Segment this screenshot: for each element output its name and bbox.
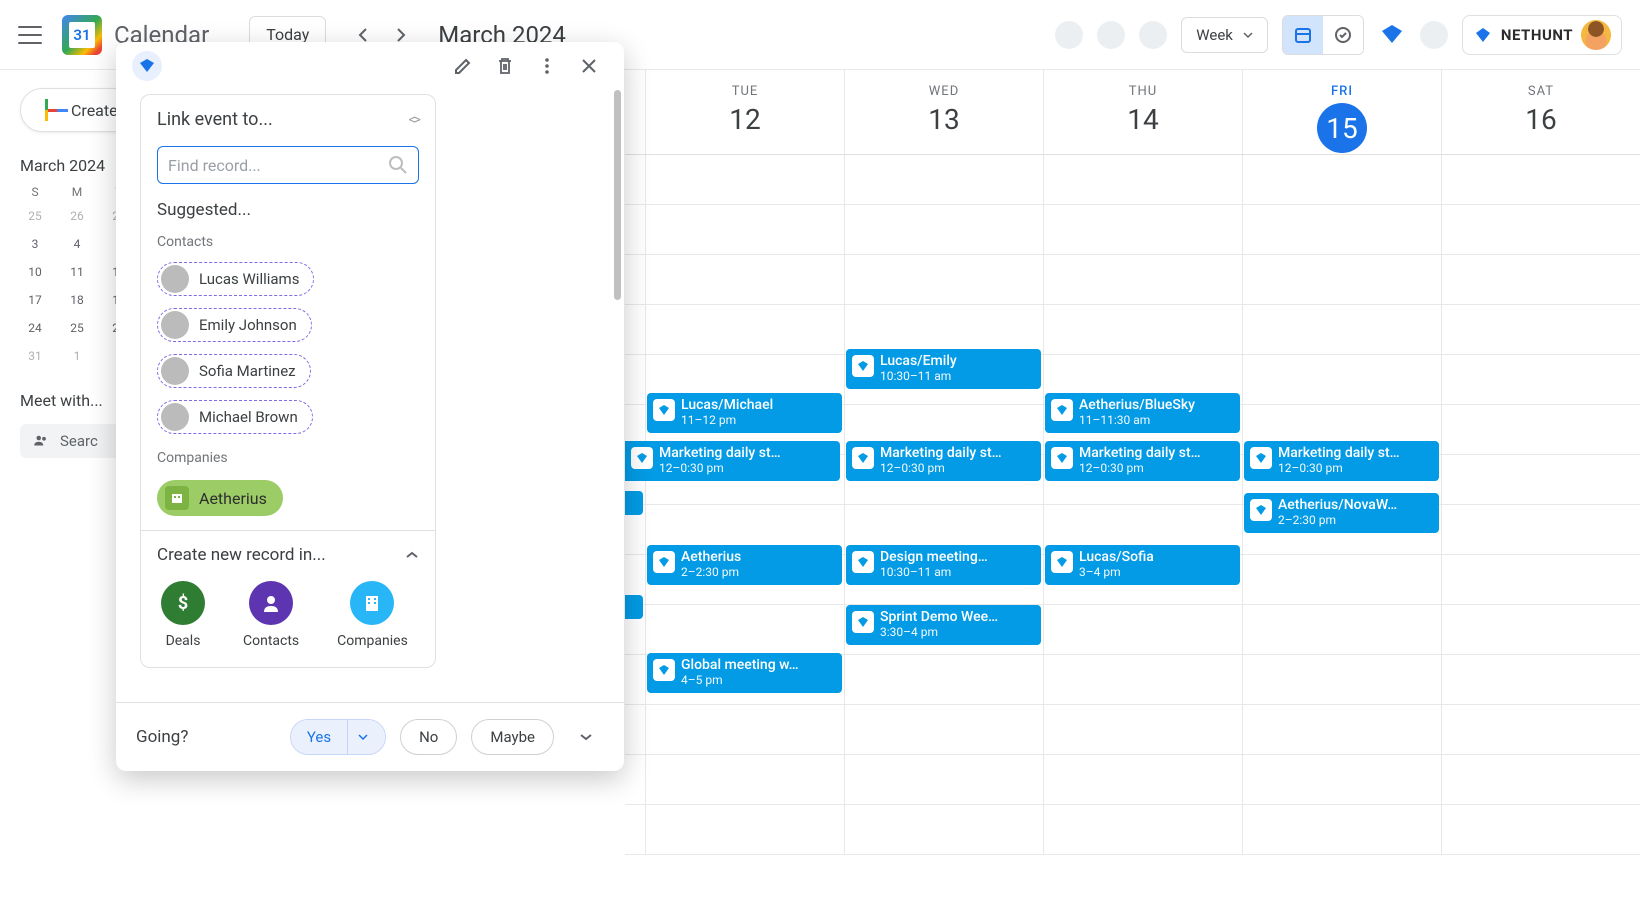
search-people-input[interactable]: Searc bbox=[20, 424, 120, 458]
contacts-section-label: Contacts bbox=[141, 224, 435, 256]
contact-chip[interactable]: Emily Johnson bbox=[157, 308, 312, 342]
create-record-label: Create new record in... bbox=[157, 545, 326, 565]
header-action-2[interactable] bbox=[1097, 21, 1125, 49]
calendar-event[interactable]: Design meeting…10:30–11 am bbox=[846, 545, 1041, 585]
header-action-4[interactable] bbox=[1420, 21, 1448, 49]
day-header[interactable]: THU14 bbox=[1043, 70, 1242, 154]
search-icon bbox=[388, 155, 408, 175]
code-icon[interactable]: <> bbox=[409, 112, 419, 128]
calendar-event[interactable]: Marketing daily st…12–0:30 pm bbox=[1244, 441, 1439, 481]
calendar-event[interactable]: Lucas/Emily10:30–11 am bbox=[846, 349, 1041, 389]
calendar-logo: 31 bbox=[62, 15, 102, 55]
link-event-panel: Link event to... <> Suggested... Contact… bbox=[140, 94, 436, 668]
header-action-1[interactable] bbox=[1055, 21, 1083, 49]
calendar-event[interactable]: Aetherius/NovaW…2–2:30 pm bbox=[1244, 493, 1439, 533]
contact-chip[interactable]: Sofia Martinez bbox=[157, 354, 311, 388]
svg-text:$: $ bbox=[178, 593, 188, 614]
chevron-up-icon[interactable] bbox=[405, 551, 419, 559]
calendar-event[interactable]: Marketing daily st…12–0:30 pm bbox=[625, 441, 840, 481]
calendar-view-button[interactable] bbox=[1283, 16, 1323, 54]
rsvp-more-button[interactable] bbox=[568, 719, 604, 755]
calendar-event[interactable]: Marketing daily st…12–0:30 pm bbox=[1045, 441, 1240, 481]
rsvp-yes-dropdown[interactable] bbox=[347, 720, 385, 754]
calendar-event[interactable]: Lucas/Sofia3–4 pm bbox=[1045, 545, 1240, 585]
day-header[interactable]: TUE12 bbox=[645, 70, 844, 154]
popover-scrollbar[interactable] bbox=[614, 90, 622, 785]
company-chip[interactable]: Aetherius bbox=[157, 480, 283, 516]
event-detail-popover: Link event to... <> Suggested... Contact… bbox=[116, 42, 624, 771]
nethunt-popover-icon[interactable] bbox=[132, 51, 162, 81]
header-action-3[interactable] bbox=[1139, 21, 1167, 49]
create-contacts-button[interactable]: Contacts bbox=[243, 581, 299, 649]
calendar-event-partial[interactable] bbox=[625, 491, 643, 515]
edit-event-button[interactable] bbox=[444, 47, 482, 85]
view-toggle bbox=[1282, 15, 1364, 55]
calendar-event[interactable]: Aetherius2–2:30 pm bbox=[647, 545, 842, 585]
suggested-label: Suggested... bbox=[141, 196, 435, 224]
calendar-event[interactable]: Aetherius/BlueSky11–11:30 am bbox=[1045, 393, 1240, 433]
calendar-event[interactable]: Marketing daily st…12–0:30 pm bbox=[846, 441, 1041, 481]
time-gutter-header bbox=[625, 70, 645, 154]
hamburger-menu-icon[interactable] bbox=[18, 23, 42, 47]
link-panel-title: Link event to... bbox=[157, 109, 273, 130]
rsvp-yes-button[interactable]: Yes bbox=[291, 720, 347, 754]
contact-chip[interactable]: Lucas Williams bbox=[157, 262, 314, 296]
delete-event-button[interactable] bbox=[486, 47, 524, 85]
view-selector[interactable]: Week bbox=[1181, 17, 1268, 53]
create-deals-button[interactable]: $Deals bbox=[161, 581, 205, 649]
companies-section-label: Companies bbox=[141, 440, 435, 472]
calendar-event-partial[interactable] bbox=[625, 595, 643, 619]
nethunt-logo-icon bbox=[1473, 25, 1493, 45]
day-header[interactable]: FRI15 bbox=[1242, 70, 1441, 154]
create-companies-button[interactable]: Companies bbox=[337, 581, 408, 649]
rsvp-no-button[interactable]: No bbox=[400, 719, 457, 755]
rsvp-maybe-button[interactable]: Maybe bbox=[471, 719, 554, 755]
more-options-button[interactable] bbox=[528, 47, 566, 85]
day-header[interactable]: WED13 bbox=[844, 70, 1043, 154]
people-icon bbox=[32, 432, 50, 450]
close-popover-button[interactable] bbox=[570, 47, 608, 85]
plus-icon bbox=[35, 99, 57, 121]
calendar-event[interactable]: Lucas/Michael11–12 pm bbox=[647, 393, 842, 433]
nethunt-badge[interactable]: NETHUNT bbox=[1462, 15, 1622, 55]
find-record-input[interactable] bbox=[157, 146, 419, 184]
calendar-event[interactable]: Global meeting w…4–5 pm bbox=[647, 653, 842, 693]
day-header[interactable]: SAT16 bbox=[1441, 70, 1640, 154]
tasks-view-button[interactable] bbox=[1323, 16, 1363, 54]
contact-chip[interactable]: Michael Brown bbox=[157, 400, 313, 434]
user-avatar[interactable] bbox=[1581, 20, 1611, 50]
going-question: Going? bbox=[136, 727, 188, 747]
nethunt-icon[interactable] bbox=[1378, 21, 1406, 49]
calendar-event[interactable]: Sprint Demo Wee…3:30–4 pm bbox=[846, 605, 1041, 645]
